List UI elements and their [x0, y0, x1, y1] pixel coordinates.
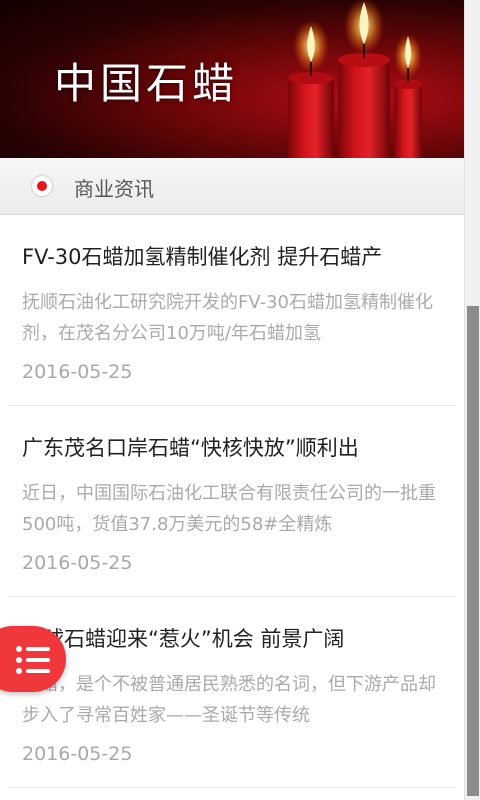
header-banner: 中国石蜡 — [0, 0, 464, 158]
red-dot-icon — [32, 176, 52, 196]
scrollbar-thumb[interactable] — [467, 306, 479, 796]
news-item[interactable]: 广东茂名口岸石蜡“快核快放”顺利出 近日，中国国际石油化工联合有限责任公司的一批… — [8, 406, 456, 597]
news-summary: 近日，中国国际石油化工联合有限责任公司的一批重500吨，货值37.8万美元的58… — [22, 483, 436, 535]
scrollbar[interactable] — [464, 0, 480, 800]
news-date: 2016-05-25 — [22, 361, 133, 383]
news-title[interactable]: 广东茂名口岸石蜡“快核快放”顺利出 — [22, 432, 442, 462]
menu-list-icon — [16, 646, 50, 674]
news-item[interactable]: 全球石蜡迎来“惹火”机会 前景广阔 石蜡，是个不被普通居民熟悉的名词，但下游产品… — [8, 597, 456, 788]
news-summary: 石蜡，是个不被普通居民熟悉的名词，但下游产品却步入了寻常百姓家——圣诞节等传统 — [22, 674, 436, 726]
section-header: 商业资讯 — [0, 158, 464, 215]
section-title: 商业资讯 — [74, 177, 154, 201]
news-date: 2016-05-25 — [22, 743, 133, 765]
candles-image — [288, 0, 422, 158]
news-item[interactable]: FV-30石蜡加氢精制催化剂 提升石蜡产 抚顺石油化工研究院开发的FV-30石蜡… — [8, 215, 456, 406]
page: 中国石蜡 商业资讯 FV-30石蜡加氢精制催化剂 提升石蜡产 抚顺石油化工研究院… — [0, 0, 480, 800]
menu-button[interactable] — [0, 626, 66, 692]
news-title[interactable]: 全球石蜡迎来“惹火”机会 前景广阔 — [22, 623, 442, 653]
news-list: FV-30石蜡加氢精制催化剂 提升石蜡产 抚顺石油化工研究院开发的FV-30石蜡… — [0, 215, 464, 788]
news-title[interactable]: FV-30石蜡加氢精制催化剂 提升石蜡产 — [22, 241, 442, 271]
news-summary: 抚顺石油化工研究院开发的FV-30石蜡加氢精制催化剂，在茂名分公司10万吨/年石… — [22, 292, 434, 344]
news-date: 2016-05-25 — [22, 552, 133, 574]
site-title: 中国石蜡 — [54, 59, 239, 108]
